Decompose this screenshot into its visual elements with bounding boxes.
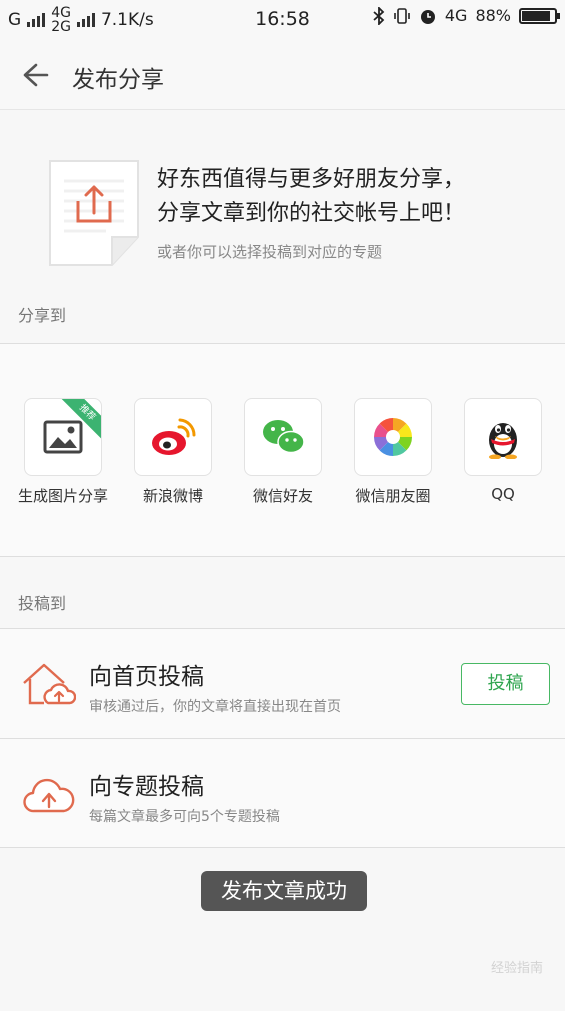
wechat-icon: [263, 420, 305, 454]
intro-line-2: 分享文章到你的社交帐号上吧！: [157, 201, 466, 226]
share-wechat-tile: [244, 398, 322, 476]
toast-message: 发布文章成功: [201, 871, 367, 911]
share-item-label: 生成图片分享: [17, 487, 108, 505]
vibrate-icon: [394, 7, 410, 24]
intro-subtext: 或者你可以选择投稿到对应的专题: [157, 243, 383, 261]
contribute-button[interactable]: 投稿: [461, 663, 550, 705]
alarm-icon: [420, 9, 435, 24]
moments-icon: [374, 418, 412, 456]
intro-line-1: 好东西值得与更多好朋友分享，: [157, 167, 466, 192]
share-weibo-button[interactable]: 新浪微博: [123, 398, 223, 506]
contribute-section-label: 投稿到: [18, 594, 67, 613]
share-qq-button[interactable]: QQ: [453, 398, 553, 503]
share-item-label: 微信好友: [252, 487, 313, 505]
contribute-home-row[interactable]: 向首页投稿 审核通过后，你的文章将直接出现在首页 投稿: [0, 628, 565, 738]
battery-percent: 88%: [475, 6, 511, 25]
battery-icon: [519, 7, 560, 24]
share-image-tile: 推荐: [24, 398, 102, 476]
share-item-label: 微信朋友圈: [355, 487, 431, 505]
share-document-icon: [49, 160, 139, 266]
share-section-label: 分享到: [18, 306, 67, 325]
share-qq-tile: [464, 398, 542, 476]
bluetooth-icon: [373, 6, 385, 25]
share-item-label: QQ: [491, 485, 515, 503]
contribute-topic-title: 向专题投稿: [89, 774, 204, 800]
share-image-button[interactable]: 推荐 生成图片分享: [13, 398, 113, 506]
contribute-topic-desc: 每篇文章最多可向5个专题投稿: [89, 809, 280, 825]
status-bar: G 4G 2G 7.1K/s 16:58 4G 88%: [0, 0, 565, 40]
share-moments-tile: [354, 398, 432, 476]
share-item-label: 新浪微博: [142, 487, 203, 505]
contribute-home-title: 向首页投稿: [89, 664, 204, 690]
app-header: 发布分享: [0, 40, 565, 110]
share-panel: 推荐 生成图片分享 新浪微博 微信好友 微信朋友圈 QQ: [0, 343, 565, 557]
home-upload-icon: [23, 663, 76, 705]
image-icon: [43, 420, 83, 454]
back-arrow-icon[interactable]: [20, 60, 50, 90]
watermark: 经验指南: [490, 961, 543, 976]
intro-panel: 好东西值得与更多好朋友分享， 分享文章到你的社交帐号上吧！ 或者你可以选择投稿到…: [0, 111, 565, 296]
page-title: 发布分享: [72, 67, 164, 93]
share-weibo-tile: [134, 398, 212, 476]
status-right: 4G 88%: [373, 6, 560, 25]
share-moments-button[interactable]: 微信朋友圈: [343, 398, 443, 506]
battery-level: [522, 10, 551, 21]
contribute-home-desc: 审核通过后，你的文章将直接出现在首页: [89, 699, 341, 715]
share-wechat-button[interactable]: 微信好友: [233, 398, 333, 506]
cloud-upload-icon: [23, 778, 75, 813]
contribute-topic-row[interactable]: 向专题投稿 每篇文章最多可向5个专题投稿: [0, 738, 565, 848]
qq-icon: [489, 423, 517, 459]
network-type: 4G: [444, 6, 468, 25]
weibo-icon: [152, 418, 196, 455]
